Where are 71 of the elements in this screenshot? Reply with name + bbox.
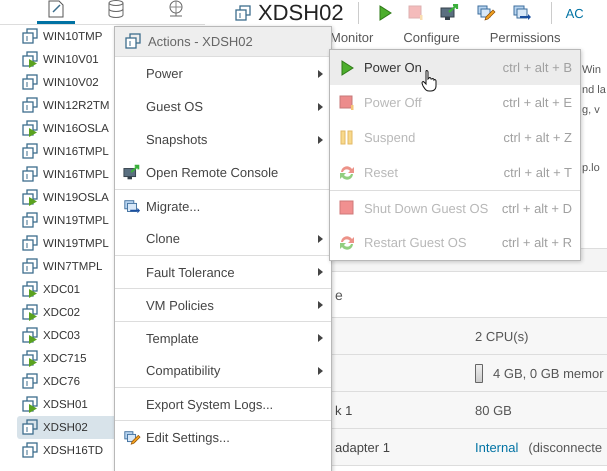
row-label: adapter 1 [335, 440, 390, 454]
network-link[interactable]: Internal [475, 440, 518, 454]
vm-icon [22, 258, 39, 275]
vm-icon [22, 235, 39, 252]
submenu-arrow-icon [318, 366, 323, 374]
actions-link[interactable]: AC [566, 6, 584, 20]
refresh-icon [338, 164, 356, 182]
menu-item[interactable]: VM Policies [115, 288, 331, 321]
vm-icon [22, 143, 39, 160]
vm-icon [22, 373, 39, 390]
running-vm-icon [22, 281, 39, 298]
vm-icon [22, 442, 39, 459]
tab[interactable]: Configure [403, 30, 460, 44]
submenu-arrow-icon [318, 268, 323, 276]
menu-item[interactable]: Open Remote Console [115, 156, 331, 189]
summary-text: g, v [582, 103, 601, 118]
memory-icon [475, 364, 483, 382]
vm-icon [22, 28, 39, 45]
row-value: 80 GB [475, 402, 512, 418]
submenu-arrow-icon [318, 234, 323, 242]
vm-title: XDSH02 [258, 1, 344, 25]
vm-icon [22, 97, 39, 114]
submenu-arrow-icon [318, 136, 323, 144]
vm-icon [22, 74, 39, 91]
stop-icon [339, 94, 355, 110]
submenu-arrow-icon [318, 70, 323, 78]
running-vm-icon [22, 304, 39, 321]
vm-icon [235, 4, 252, 22]
row-label: k 1 [335, 402, 352, 418]
summary-text: p.lo [582, 161, 601, 176]
menu-item[interactable]: Edit Settings... [115, 420, 331, 453]
submenu-arrow-icon [318, 102, 323, 110]
menu-item[interactable]: Fault Tolerance [115, 255, 331, 288]
migrate-icon [512, 4, 532, 22]
row-value: (disconnecte [528, 440, 602, 454]
running-vm-icon [22, 120, 39, 137]
edit-icon [476, 4, 496, 22]
section-title: e [335, 286, 343, 302]
submenu-arrow-icon [318, 301, 323, 309]
migrate-icon [123, 198, 141, 216]
vm-icon [22, 166, 39, 183]
tab[interactable]: Permissions [490, 30, 561, 44]
row-value: 4 GB, 0 GB memor [493, 366, 604, 380]
menu-item[interactable]: Export System Logs... [115, 387, 331, 420]
summary-text: nd la [582, 83, 607, 98]
menu-item[interactable]: Compatibility [115, 354, 331, 387]
submenu-arrow-icon [318, 334, 323, 342]
row-value: 2 CPU(s) [475, 328, 528, 344]
hand-cursor-icon [421, 70, 437, 92]
sidebar-tab[interactable] [37, 0, 75, 24]
stop-icon [408, 5, 424, 21]
running-vm-icon [22, 327, 39, 344]
play-icon [340, 60, 354, 76]
running-vm-icon [22, 350, 39, 367]
running-vm-icon [22, 51, 39, 68]
vm-icon [22, 419, 39, 436]
menu-item[interactable]: Power On ctrl + alt + B [330, 50, 580, 85]
menu-title: Actions - XDSH02 [148, 34, 253, 49]
monitor-icon [440, 4, 460, 22]
monitor-icon [123, 164, 141, 182]
vm-icon [125, 33, 142, 50]
menu-item[interactable]: Template [115, 321, 331, 354]
pause-icon [340, 130, 354, 146]
stop-icon [339, 200, 355, 216]
running-vm-icon [22, 396, 39, 413]
play-icon [378, 5, 392, 21]
refresh-icon [338, 234, 356, 252]
edit-icon [123, 429, 141, 447]
running-vm-icon [22, 189, 39, 206]
summary-text: Win [582, 63, 602, 78]
vm-icon [22, 212, 39, 229]
